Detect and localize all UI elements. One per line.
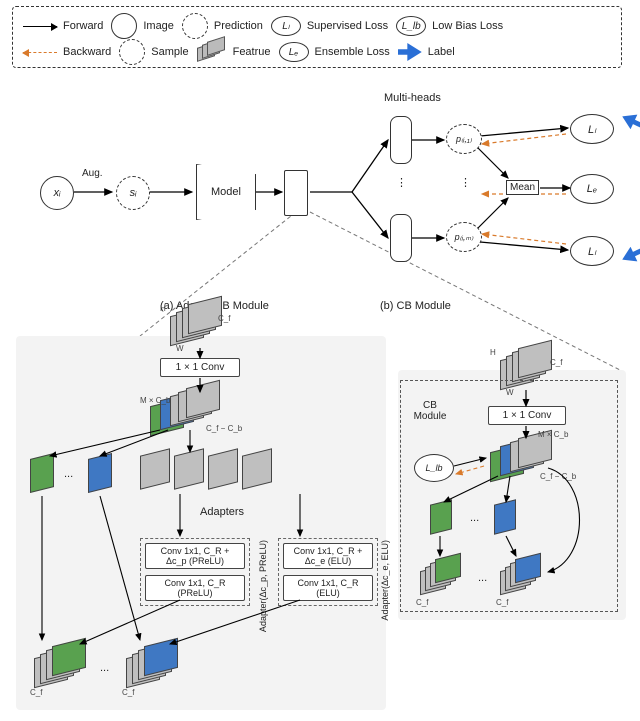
- legend-sample: Sample: [119, 39, 188, 65]
- legend-supervised-label: Supervised Loss: [307, 20, 388, 32]
- a-CfCb: C_f − C_b: [206, 424, 242, 433]
- ad1-bot: Conv 1x1, C_R (PReLU): [145, 575, 245, 601]
- mean-box: Mean: [506, 180, 539, 195]
- ad2-top: Conv 1x1, C_R + Δc_e (ELU): [283, 543, 373, 569]
- ad2-bot: Conv 1x1, C_R (ELU): [283, 575, 373, 601]
- Le-label: Lₑ: [587, 183, 597, 195]
- circle-solid-icon: [111, 13, 137, 39]
- adapter-1: Conv 1x1, C_R + Δc_p (PReLU) Conv 1x1, C…: [140, 538, 250, 606]
- loss-Llb: L_lb: [414, 454, 454, 482]
- b-CfCb: C_f − C_b: [540, 472, 576, 481]
- pred-i1: p₍ᵢ,₁₎: [446, 124, 482, 154]
- fm-b-dots: ...: [470, 512, 479, 524]
- b-MCb: M × C_b: [538, 430, 568, 439]
- node-si: sᵢ: [116, 176, 150, 210]
- head-1: [390, 116, 412, 164]
- ad1-top: Conv 1x1, C_R + Δc_p (PReLU): [145, 543, 245, 569]
- legend-forward-label: Forward: [63, 20, 103, 32]
- legend: Forward Image Prediction Lₗ Supervised Lo…: [12, 6, 622, 68]
- a-out-Cf2: C_f: [122, 688, 134, 697]
- pred-im: p₍ᵢ,ₘ₎: [446, 222, 482, 252]
- node-xi: xᵢ: [40, 176, 74, 210]
- b-conv1: 1 × 1 Conv: [488, 406, 566, 425]
- adapters-label: Adapters: [200, 506, 244, 518]
- ellipse-Ll-icon: Lₗ: [271, 16, 301, 36]
- a-H: H: [160, 304, 166, 313]
- ellipse-Le-icon: Lₑ: [279, 42, 309, 62]
- pi1-label: p₍ᵢ,₁₎: [456, 134, 472, 145]
- Ll-bot-label: Lₗ: [588, 245, 596, 258]
- model-label: Model: [211, 186, 241, 198]
- a-W: W: [176, 344, 184, 353]
- Ll-top-label: Lₗ: [588, 123, 596, 136]
- head-m: [390, 214, 412, 262]
- circle-dash-icon: [182, 13, 208, 39]
- legend-label-text: Label: [428, 46, 455, 58]
- b-out-Cf1: C_f: [416, 598, 428, 607]
- b-H: H: [490, 348, 496, 357]
- fm-a-dots: ...: [64, 468, 73, 480]
- legend-row-1: Forward Image Prediction Lₗ Supervised Lo…: [23, 13, 611, 39]
- heads-dots: ⋮: [396, 176, 407, 189]
- legend-row-2: Backward Sample Featrue LₑEnsemble Loss …: [23, 39, 611, 65]
- legend-feature-label: Featrue: [233, 46, 271, 58]
- b-out-dots: ...: [478, 572, 487, 584]
- arrow-solid-icon: [23, 26, 57, 27]
- legend-backward-label: Backward: [63, 46, 111, 58]
- ad1-name: Adapter(Δc_p, PReLU): [258, 540, 268, 632]
- legend-forward: Forward: [23, 20, 103, 32]
- fm-a-out-dots: ...: [100, 662, 109, 674]
- loss-Le: Lₑ: [570, 174, 614, 204]
- ellipse-Llb-icon: L_lb: [396, 16, 426, 36]
- feature-rect: [284, 170, 308, 216]
- mean-label: Mean: [510, 182, 535, 193]
- legend-ensemble-label: Ensemble Loss: [315, 46, 390, 58]
- Llb-label: L_lb: [425, 463, 442, 473]
- loss-Ll-bot: Lₗ: [570, 236, 614, 266]
- multi-heads-label: Multi-heads: [384, 92, 441, 104]
- ad2-name: Adapter(Δc_e, ELU): [380, 540, 390, 621]
- legend-supervised-loss: Lₗ Supervised Loss: [271, 16, 388, 36]
- arrow-dash-icon: [23, 52, 57, 53]
- circle-sample-icon: [119, 39, 145, 65]
- b-out-Cf2: C_f: [496, 598, 508, 607]
- a-out-Cf1: C_f: [30, 688, 42, 697]
- model-block: Model: [196, 164, 256, 220]
- b-Cf: C_f: [550, 358, 562, 367]
- legend-sample-label: Sample: [151, 46, 188, 58]
- pim-label: p₍ᵢ,ₘ₎: [455, 232, 474, 243]
- adapter-2: Conv 1x1, C_R + Δc_e (ELU) Conv 1x1, C_R…: [278, 538, 378, 606]
- legend-prediction-label: Prediction: [214, 20, 263, 32]
- module-b-title: (b) CB Module: [380, 300, 451, 312]
- label-arrow-icon: [398, 43, 422, 61]
- a-conv1: 1 × 1 Conv: [160, 358, 240, 377]
- a-MCb: M × C_b: [140, 396, 170, 405]
- legend-feature: Featrue: [197, 39, 271, 65]
- a-Cf: C_f: [218, 314, 230, 323]
- legend-backward: Backward: [23, 46, 111, 58]
- legend-ensemble-loss: Lₑ Ensemble Loss: [279, 42, 390, 62]
- legend-low-bias-label: Low Bias Loss: [432, 20, 503, 32]
- label-arrow-top: [619, 109, 640, 133]
- xi-label: xᵢ: [54, 187, 61, 199]
- feature-stack-icon: [197, 39, 227, 65]
- aug-label: Aug.: [82, 168, 103, 179]
- legend-image-label: Image: [143, 20, 174, 32]
- legend-image: Image: [111, 13, 174, 39]
- preds-dots: ⋮: [460, 176, 471, 189]
- si-label: sᵢ: [130, 187, 137, 199]
- legend-prediction: Prediction: [182, 13, 263, 39]
- legend-label: Label: [398, 43, 455, 61]
- loss-Ll-top: Lₗ: [570, 114, 614, 144]
- legend-low-bias-loss: L_lb Low Bias Loss: [396, 16, 503, 36]
- label-arrow-bot: [619, 243, 640, 267]
